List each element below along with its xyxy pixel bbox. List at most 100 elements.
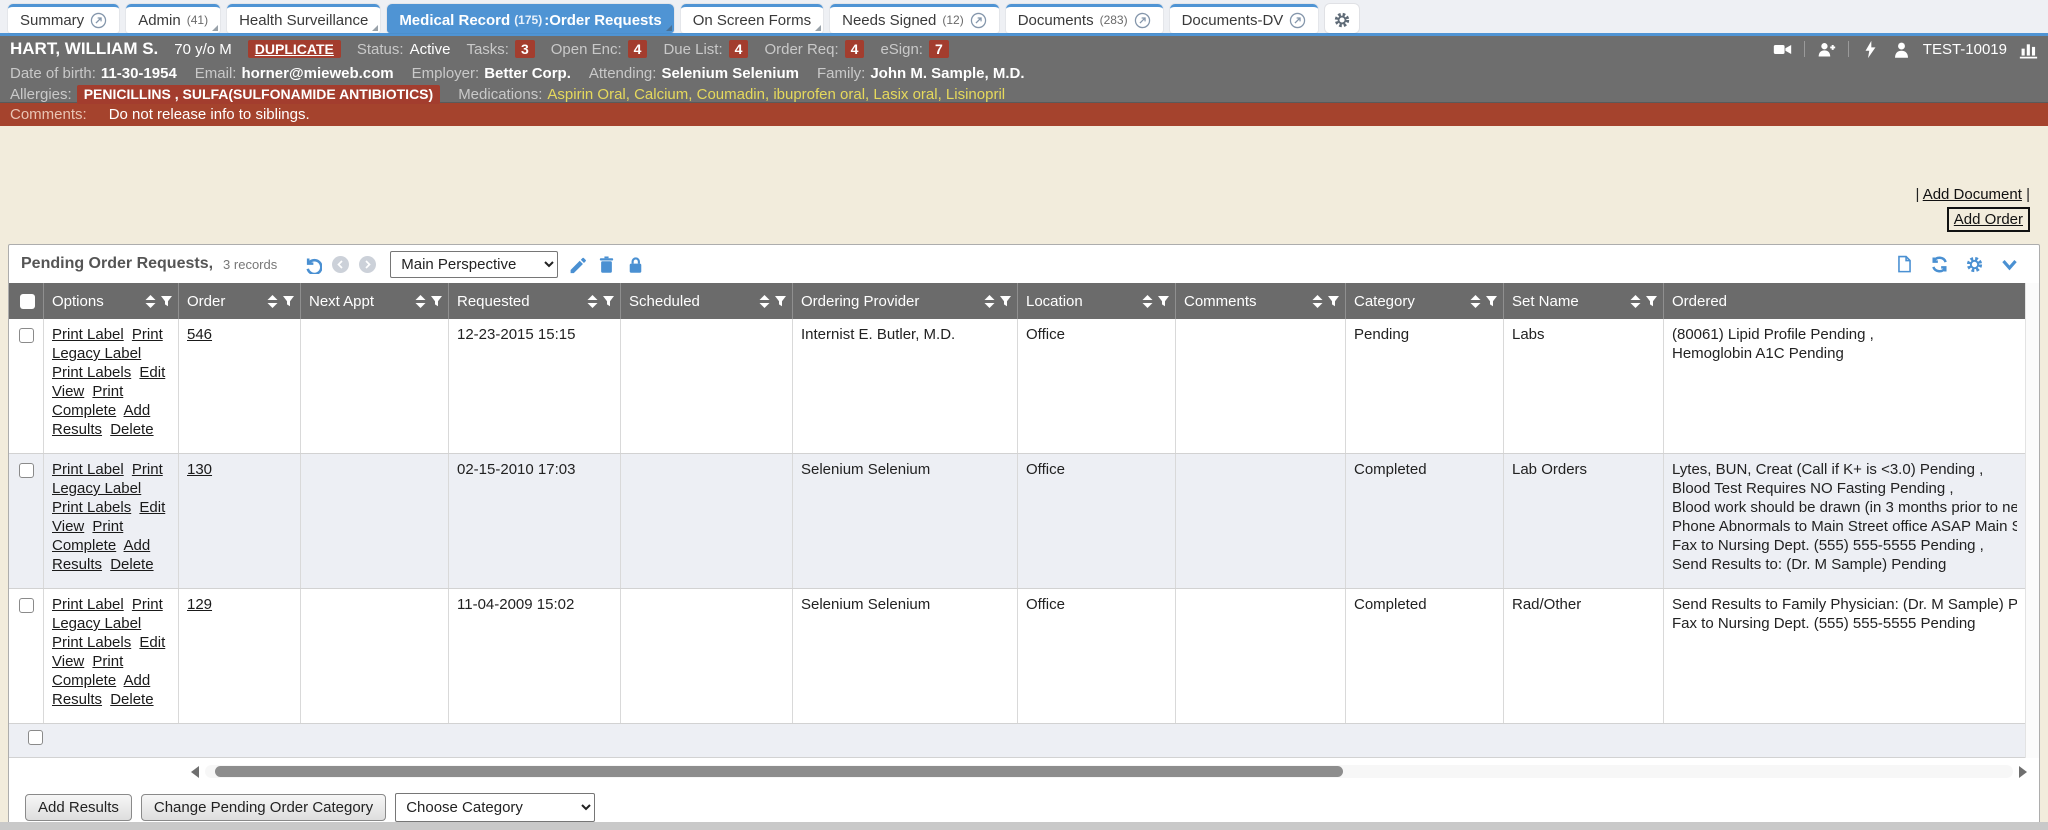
sort-icon[interactable] <box>1630 295 1641 308</box>
select-all-header[interactable] <box>9 283 44 319</box>
add-document-link[interactable]: Add Document <box>1923 186 2022 203</box>
column-header-scheduled[interactable]: Scheduled <box>621 283 793 319</box>
view-link[interactable]: View <box>52 383 84 400</box>
add-order-link[interactable]: Add Order <box>1954 211 2023 228</box>
sort-icon[interactable] <box>984 295 995 308</box>
tab-health-surveillance[interactable]: Health Surveillance <box>227 4 380 33</box>
vertical-scrollbar-track[interactable] <box>2025 283 2039 758</box>
column-header-requested[interactable]: Requested <box>449 283 621 319</box>
tab-on-screen-forms[interactable]: On Screen Forms <box>681 4 823 33</box>
filter-icon[interactable] <box>603 295 614 308</box>
edit-link[interactable]: Edit <box>139 364 165 381</box>
delete-link[interactable]: Delete <box>110 556 153 573</box>
due-list-count-badge[interactable]: 4 <box>729 40 749 58</box>
row-checkbox[interactable] <box>19 463 34 478</box>
tasks-count-badge[interactable]: 3 <box>515 40 535 58</box>
order-number-link[interactable]: 130 <box>187 461 212 478</box>
perspective-select[interactable]: Main Perspective <box>390 251 558 278</box>
filter-icon[interactable] <box>283 295 294 308</box>
change-pending-order-category-button[interactable]: Change Pending Order Category <box>141 794 386 821</box>
complete-link[interactable]: Complete <box>52 672 116 689</box>
settings-gears-icon[interactable] <box>1325 4 1359 33</box>
filter-icon[interactable] <box>1646 295 1657 308</box>
print-label-link[interactable]: Print Label <box>52 326 124 343</box>
sort-icon[interactable] <box>1142 295 1153 308</box>
open-new-window-icon[interactable] <box>1289 12 1306 29</box>
row-checkbox[interactable] <box>19 328 34 343</box>
scrollbar-track[interactable] <box>205 765 2013 778</box>
column-header-comments[interactable]: Comments <box>1176 283 1346 319</box>
column-header-set-name[interactable]: Set Name <box>1504 283 1664 319</box>
sort-icon[interactable] <box>759 295 770 308</box>
scroll-right-arrow[interactable] <box>2019 766 2027 778</box>
sort-icon[interactable] <box>587 295 598 308</box>
sort-icon[interactable] <box>415 295 426 308</box>
add-person-icon[interactable] <box>1817 40 1836 59</box>
scrollbar-thumb[interactable] <box>215 766 1343 777</box>
tab-admin[interactable]: Admin (41) <box>126 4 220 33</box>
sort-icon[interactable] <box>267 295 278 308</box>
print-link[interactable]: Print <box>92 653 123 670</box>
filter-icon[interactable] <box>1486 295 1497 308</box>
sort-icon[interactable] <box>1470 295 1481 308</box>
view-link[interactable]: View <box>52 653 84 670</box>
filter-icon[interactable] <box>1158 295 1169 308</box>
filter-icon[interactable] <box>1000 295 1011 308</box>
horizontal-scrollbar[interactable] <box>191 764 2027 779</box>
column-header-order[interactable]: Order <box>179 283 301 319</box>
tab-needs-signed[interactable]: Needs Signed (12) <box>830 4 999 33</box>
column-header-options[interactable]: Options <box>44 283 179 319</box>
print-labels-link[interactable]: Print Labels <box>52 364 131 381</box>
nav-next-icon[interactable] <box>359 256 376 273</box>
nav-prev-icon[interactable] <box>332 256 349 273</box>
order-number-link[interactable]: 546 <box>187 326 212 343</box>
collapse-chevron-icon[interactable] <box>2000 255 2019 274</box>
choose-category-select[interactable]: Choose Category <box>395 793 595 822</box>
open-new-window-icon[interactable] <box>970 12 987 29</box>
undo-icon[interactable] <box>303 255 322 274</box>
column-header-location[interactable]: Location <box>1018 283 1176 319</box>
open-new-window-icon[interactable] <box>90 12 107 29</box>
view-link[interactable]: View <box>52 518 84 535</box>
chart-icon[interactable] <box>2019 40 2038 59</box>
row-checkbox[interactable] <box>28 730 43 745</box>
medications-list[interactable]: Aspirin Oral, Calcium, Coumadin, ibuprof… <box>547 86 1005 103</box>
print-link[interactable]: Print <box>92 383 123 400</box>
lightning-icon[interactable] <box>1861 40 1880 59</box>
select-all-checkbox[interactable] <box>20 294 35 309</box>
scroll-left-arrow[interactable] <box>191 766 199 778</box>
open-enc-count-badge[interactable]: 4 <box>628 40 648 58</box>
complete-link[interactable]: Complete <box>52 537 116 554</box>
row-checkbox[interactable] <box>19 598 34 613</box>
edit-link[interactable]: Edit <box>139 634 165 651</box>
allergies-badge[interactable]: PENICILLINS , SULFA(SULFONAMIDE ANTIBIOT… <box>77 85 440 104</box>
trash-icon[interactable] <box>597 255 616 274</box>
print-label-link[interactable]: Print Label <box>52 596 124 613</box>
esign-count-badge[interactable]: 7 <box>929 40 949 58</box>
sort-icon[interactable] <box>145 295 156 308</box>
filter-icon[interactable] <box>1328 295 1339 308</box>
edit-pencil-icon[interactable] <box>568 255 587 274</box>
duplicate-flag-badge[interactable]: DUPLICATE <box>248 40 341 58</box>
print-labels-link[interactable]: Print Labels <box>52 499 131 516</box>
gear-icon[interactable] <box>1965 255 1984 274</box>
sort-icon[interactable] <box>1312 295 1323 308</box>
person-icon[interactable] <box>1892 40 1911 59</box>
order-number-link[interactable]: 129 <box>187 596 212 613</box>
email-value[interactable]: horner@mieweb.com <box>241 65 393 82</box>
delete-link[interactable]: Delete <box>110 691 153 708</box>
lock-icon[interactable] <box>626 255 645 274</box>
column-header-ordering-provider[interactable]: Ordering Provider <box>793 283 1018 319</box>
filter-icon[interactable] <box>775 295 786 308</box>
tab-summary[interactable]: Summary <box>8 4 119 33</box>
print-label-link[interactable]: Print Label <box>52 461 124 478</box>
tab-documents[interactable]: Documents (283) <box>1006 4 1163 33</box>
refresh-icon[interactable] <box>1930 255 1949 274</box>
open-new-window-icon[interactable] <box>1134 12 1151 29</box>
print-link[interactable]: Print <box>92 518 123 535</box>
edit-link[interactable]: Edit <box>139 499 165 516</box>
order-req-count-badge[interactable]: 4 <box>845 40 865 58</box>
filter-icon[interactable] <box>161 295 172 308</box>
column-header-next-appt[interactable]: Next Appt <box>301 283 449 319</box>
add-results-button[interactable]: Add Results <box>25 794 132 821</box>
